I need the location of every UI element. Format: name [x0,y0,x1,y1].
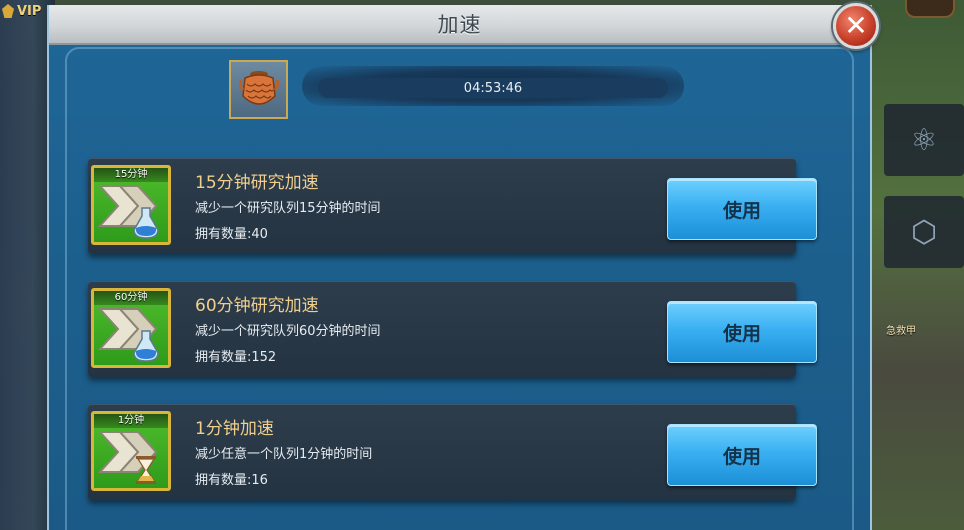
item-title: 15分钟研究加速 [195,173,319,193]
item-count: 拥有数量:40 [195,227,268,242]
close-icon: ✕ [844,9,868,42]
general-speedup-icon: 1分钟 [91,411,171,491]
remaining-time: 04:53:46 [463,80,523,96]
item-description: 减少任意一个队列1分钟的时间 [195,447,373,462]
armor-research-icon [229,60,288,119]
avatar-frame[interactable] [905,0,955,18]
item-title: 60分钟研究加速 [195,296,319,316]
research-speedup-icon: 15分钟 [91,165,171,245]
duration-tag: 60分钟 [94,291,168,305]
use-button[interactable]: 使用 [667,301,817,363]
item-title: 1分钟加速 [195,419,274,439]
use-button[interactable]: 使用 [667,424,817,486]
speedup-item-card: 60分钟 60分钟研究加速 减少一个研究队列60分钟的时间 拥有数量:152 使… [88,281,817,377]
dialog-title: 加速 [437,13,482,37]
speedup-item-card: 15分钟 15分钟研究加速 减少一个研究队列15分钟的时间 拥有数量:40 使用 [88,158,817,254]
alliance-shield-icon[interactable]: ⬡ [884,196,964,268]
item-count: 拥有数量:152 [195,350,277,365]
item-description: 减少一个研究队列60分钟的时间 [195,324,381,339]
item-description: 减少一个研究队列15分钟的时间 [195,201,381,216]
dialog-title-bar: 加速 [49,5,870,45]
speedup-item-card: 1分钟 1分钟加速 减少任意一个队列1分钟的时间 拥有数量:16 使用 [88,404,817,500]
duration-tag: 1分钟 [94,414,168,428]
close-button[interactable]: ✕ [833,3,879,49]
use-button[interactable]: 使用 [667,178,817,240]
side-label: 急救甲 [886,326,916,337]
vip-crown-icon [2,4,14,18]
duration-tag: 15分钟 [94,168,168,182]
atom-research-icon[interactable]: ⚛ [884,104,964,176]
item-count: 拥有数量:16 [195,473,268,488]
research-speedup-icon: 60分钟 [91,288,171,368]
